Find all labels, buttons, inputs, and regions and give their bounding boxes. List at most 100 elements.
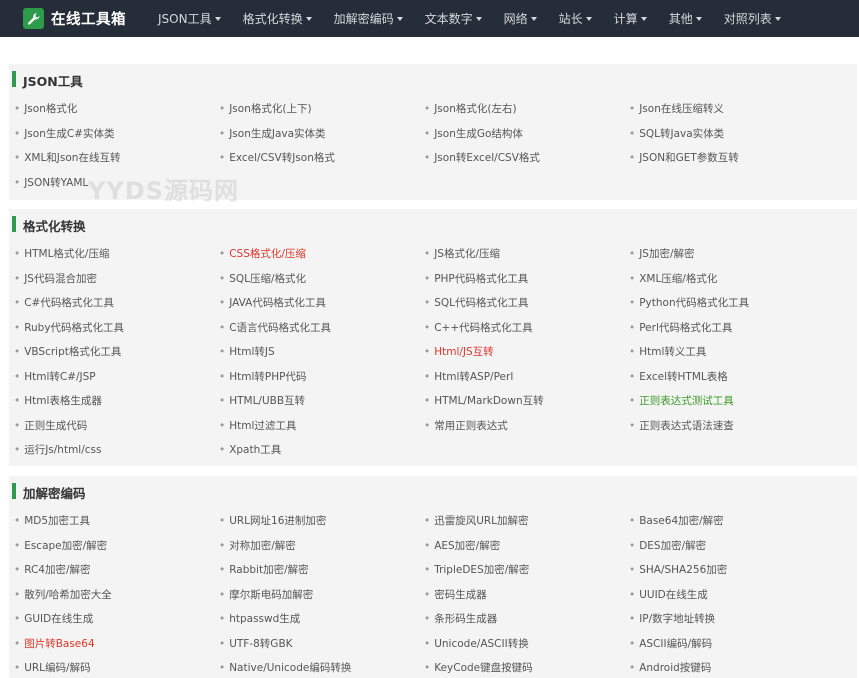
tool-link[interactable]: • Unicode/ASCII转换	[424, 636, 529, 652]
brand[interactable]: 在线工具箱	[23, 0, 126, 37]
tool-link-label: SHA/SHA256加密	[639, 564, 728, 576]
tool-link[interactable]: • Html转ASP/Perl	[424, 369, 513, 385]
tool-link[interactable]: • XML压缩/格式化	[629, 271, 717, 287]
tool-link[interactable]: • Json生成Java实体类	[219, 126, 326, 142]
nav-item-7[interactable]: 其他	[658, 0, 713, 37]
tool-link[interactable]: • htpasswd生成	[219, 611, 300, 627]
tool-link[interactable]: • SQL转Java实体类	[629, 126, 724, 142]
tool-link[interactable]: • Json格式化(上下)	[219, 101, 312, 117]
bullet-icon: •	[629, 539, 636, 552]
tool-link[interactable]: • 条形码生成器	[424, 611, 497, 627]
tool-link[interactable]: • Json转Excel/CSV格式	[424, 150, 540, 166]
tool-link[interactable]: • Perl代码格式化工具	[629, 320, 732, 336]
nav-item-2[interactable]: 加解密编码	[323, 0, 414, 37]
tool-link[interactable]: • 正则生成代码	[14, 418, 87, 434]
tool-link[interactable]: • SQL压缩/格式化	[219, 271, 306, 287]
tool-link[interactable]: • JS格式化/压缩	[424, 246, 500, 262]
tool-link[interactable]: • Html表格生成器	[14, 393, 102, 409]
tool-link[interactable]: • Html转C#/JSP	[14, 369, 96, 385]
tool-link[interactable]: • 迅雷旋风URL加解密	[424, 513, 529, 529]
tool-link-label: SQL转Java实体类	[639, 127, 725, 140]
tool-link[interactable]: • Html转PHP代码	[219, 369, 306, 385]
tool-link[interactable]: • TripleDES加密/解密	[424, 562, 529, 578]
tool-link[interactable]: • Json生成Go结构体	[424, 126, 523, 142]
tool-link[interactable]: • Python代码格式化工具	[629, 295, 749, 311]
tool-link[interactable]: • IP/数字地址转换	[629, 611, 715, 627]
bullet-icon: •	[424, 539, 431, 552]
tool-link[interactable]: • Excel/CSV转Json格式	[219, 150, 335, 166]
tool-link[interactable]: • Excel转HTML表格	[629, 369, 728, 385]
nav-item-3[interactable]: 文本数字	[414, 0, 493, 37]
tool-link[interactable]: • GUID在线生成	[14, 611, 93, 627]
tool-link[interactable]: • URL编码/解码	[14, 660, 91, 676]
tool-link[interactable]: • C语言代码格式化工具	[219, 320, 331, 336]
tool-link[interactable]: • ASCII编码/解码	[629, 636, 712, 652]
bullet-icon: •	[14, 588, 21, 601]
caret-down-icon	[530, 17, 537, 21]
tool-link[interactable]: • RC4加密/解密	[14, 562, 91, 578]
tool-link[interactable]: • CSS格式化/压缩	[219, 246, 306, 262]
tool-link[interactable]: • XML和Json在线互转	[14, 150, 120, 166]
tool-link[interactable]: • Xpath工具	[219, 442, 281, 458]
bullet-icon: •	[14, 444, 21, 456]
tool-link[interactable]: • 正则表达式测试工具	[629, 393, 734, 409]
tool-link[interactable]: • Native/Unicode编码转换	[219, 660, 351, 676]
section-title: 加解密编码	[23, 486, 86, 501]
tool-link[interactable]: • 摩尔斯电码加解密	[219, 587, 313, 603]
tool-link[interactable]: • 散列/哈希加密大全	[14, 587, 112, 603]
tool-link[interactable]: • Html转JS	[219, 344, 275, 360]
nav-item-1[interactable]: 格式化转换	[232, 0, 323, 37]
section-title: 格式化转换	[23, 219, 86, 234]
tool-link[interactable]: • MD5加密工具	[14, 513, 90, 529]
tool-link[interactable]: • Html过滤工具	[219, 418, 296, 434]
nav-item-5[interactable]: 站长	[548, 0, 603, 37]
tool-link[interactable]: • Android按键码	[629, 660, 711, 676]
tool-link[interactable]: • JSON和GET参数互转	[629, 150, 739, 166]
nav-item-6[interactable]: 计算	[603, 0, 658, 37]
tool-link[interactable]: • Escape加密/解密	[14, 538, 107, 554]
tool-link[interactable]: • UUID在线生成	[629, 587, 708, 603]
tool-link[interactable]: • KeyCode键盘按键码	[424, 660, 533, 676]
tool-link[interactable]: • C++代码格式化工具	[424, 320, 533, 336]
tool-link[interactable]: • SQL代码格式化工具	[424, 295, 528, 311]
nav-item-0[interactable]: JSON工具	[147, 0, 232, 37]
tool-link[interactable]: • 正则表达式语法速查	[629, 418, 734, 434]
tool-link[interactable]: • URL网址16进制加密	[219, 513, 326, 529]
tool-link-label: Html转PHP代码	[229, 370, 307, 383]
tool-link[interactable]: • C#代码格式化工具	[14, 295, 114, 311]
tool-link[interactable]: • Html/JS互转	[424, 344, 494, 360]
tool-link-label: Html转义工具	[639, 346, 707, 358]
tool-link[interactable]: • Ruby代码格式化工具	[14, 320, 124, 336]
tool-link[interactable]: • VBScript格式化工具	[14, 344, 121, 360]
bullet-icon: •	[424, 127, 431, 140]
tool-link[interactable]: • UTF-8转GBK	[219, 636, 293, 652]
tool-link-label: 常用正则表达式	[434, 419, 508, 432]
tool-link-label: 正则表达式测试工具	[639, 395, 734, 407]
tool-link[interactable]: • AES加密/解密	[424, 538, 500, 554]
wrench-icon	[23, 8, 44, 29]
nav-item-4[interactable]: 网络	[493, 0, 548, 37]
tool-link[interactable]: • SHA/SHA256加密	[629, 562, 727, 578]
tool-link[interactable]: • Json格式化(左右)	[424, 101, 517, 117]
tool-link[interactable]: • Json在线压缩转义	[629, 101, 724, 117]
tool-link[interactable]: • 密码生成器	[424, 587, 487, 603]
tool-link[interactable]: • Rabbit加密/解密	[219, 562, 309, 578]
tool-link[interactable]: • JSON转YAML	[14, 175, 88, 191]
tool-link[interactable]: • JS代码混合加密	[14, 271, 97, 287]
tool-link[interactable]: • Json格式化	[14, 101, 77, 117]
tool-link[interactable]: • 常用正则表达式	[424, 418, 508, 434]
tool-link[interactable]: • Base64加密/解密	[629, 513, 724, 529]
tool-link[interactable]: • PHP代码格式化工具	[424, 271, 528, 287]
tool-link[interactable]: • HTML格式化/压缩	[14, 246, 109, 262]
tool-link[interactable]: • JAVA代码格式化工具	[219, 295, 326, 311]
tool-link[interactable]: • HTML/UBB互转	[219, 393, 305, 409]
tool-link[interactable]: • Html转义工具	[629, 344, 706, 360]
tool-link[interactable]: • 对称加密/解密	[219, 538, 296, 554]
tool-link[interactable]: • HTML/MarkDown互转	[424, 393, 544, 409]
tool-link[interactable]: • Json生成C#实体类	[14, 126, 114, 142]
tool-link[interactable]: • JS加密/解密	[629, 246, 695, 262]
tool-link[interactable]: • 图片转Base64	[14, 636, 95, 652]
nav-item-8[interactable]: 对照列表	[713, 0, 792, 37]
tool-link[interactable]: • 运行Js/html/css	[14, 442, 101, 458]
tool-link[interactable]: • DES加密/解密	[629, 538, 706, 554]
